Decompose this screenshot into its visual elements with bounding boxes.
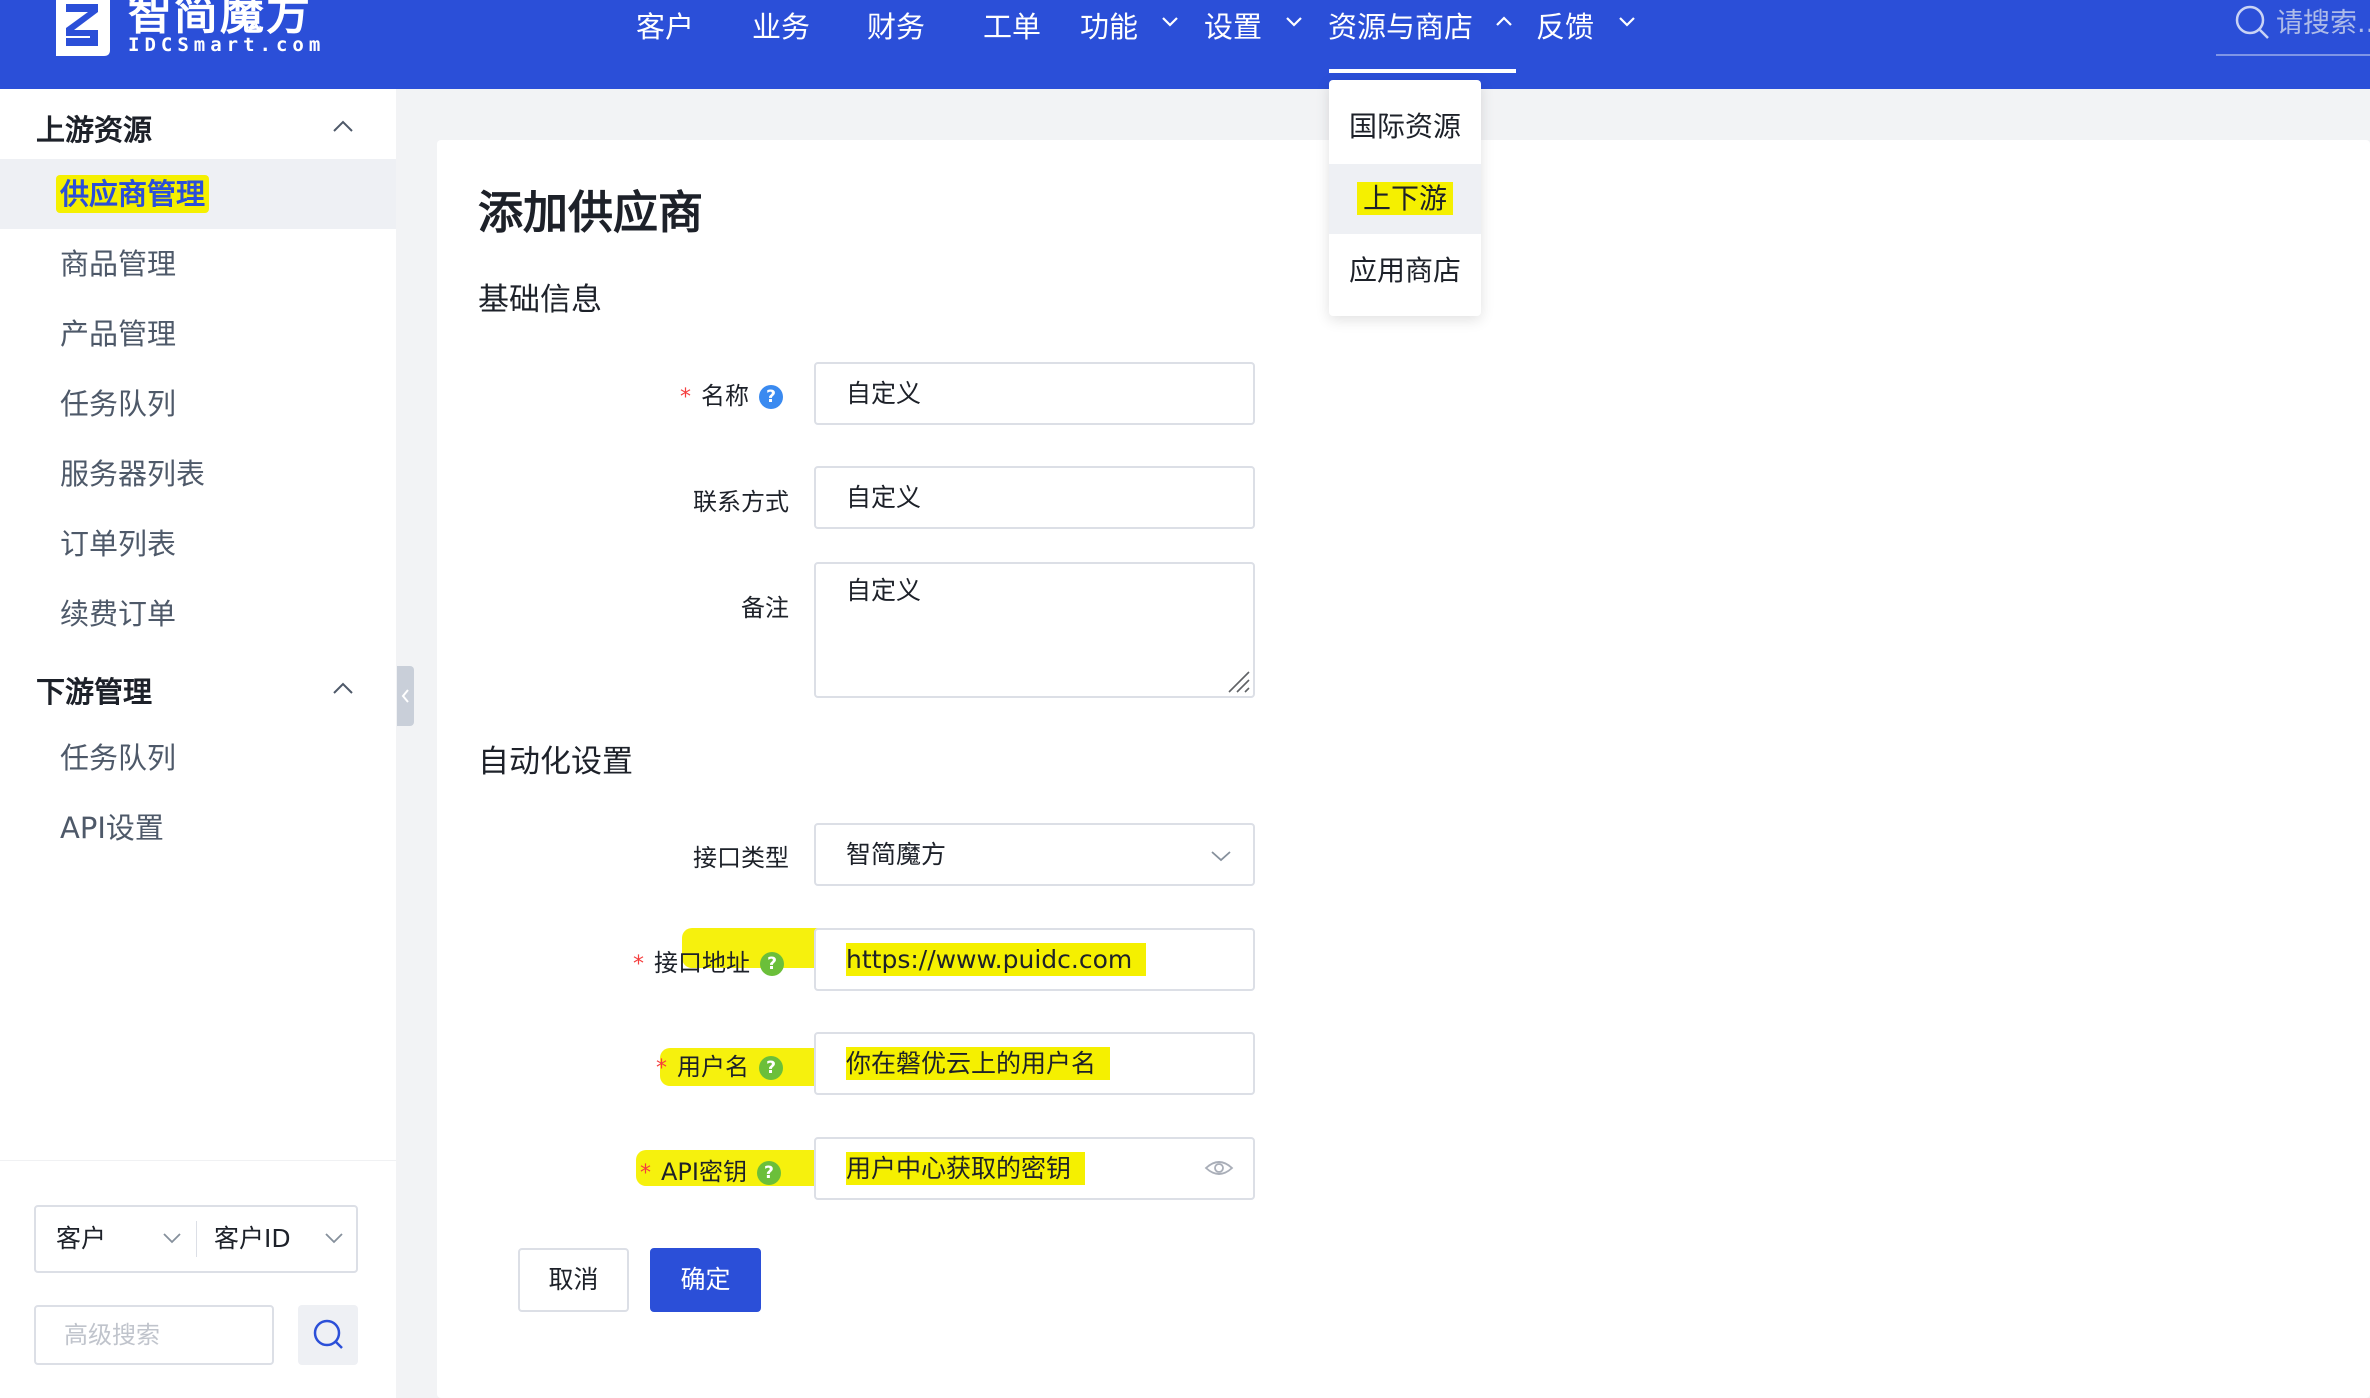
brand-logo[interactable]: 智简魔方 IDCSmart.com: [52, 0, 325, 62]
nav-active-indicator: [1329, 69, 1516, 73]
global-search-input[interactable]: [2276, 6, 2370, 40]
help-icon[interactable]: ?: [759, 1056, 783, 1080]
section-title-basic-info: 基础信息: [478, 282, 602, 318]
note-label: 备注: [741, 594, 789, 622]
dropdown-item-international-resources[interactable]: 国际资源: [1329, 92, 1481, 162]
chevron-up-icon[interactable]: [332, 681, 354, 695]
brand-logo-icon: [52, 0, 114, 56]
dropdown-item-label: 上下游: [1356, 182, 1453, 215]
help-icon[interactable]: ?: [759, 385, 783, 409]
sidebar-search-panel: 客户 客户ID: [0, 1160, 396, 1398]
nav-item-tickets[interactable]: 工单: [983, 4, 1041, 46]
sidebar-item-downstream-task-queue[interactable]: 任务队列: [0, 723, 396, 793]
api-url-input[interactable]: https://www.puidc.com: [814, 928, 1255, 991]
chevron-down-icon[interactable]: [1160, 11, 1180, 31]
contact-label: 联系方式: [693, 488, 789, 516]
sidebar-collapse-handle[interactable]: [397, 666, 414, 726]
username-label: * 用户名?: [656, 1047, 783, 1082]
name-label: * 名称?: [680, 376, 783, 411]
api-type-select[interactable]: 智简魔方: [814, 823, 1255, 886]
api-key-input[interactable]: 用户中心获取的密钥: [814, 1137, 1255, 1200]
api-url-value: https://www.puidc.com: [846, 943, 1147, 976]
note-text: 自定义: [846, 576, 922, 605]
chevron-down-icon[interactable]: [1617, 11, 1637, 31]
dropdown-item-app-store[interactable]: 应用商店: [1329, 236, 1481, 306]
username-input[interactable]: 你在磐优云上的用户名: [814, 1032, 1255, 1095]
brand-name-cn: 智简魔方: [128, 0, 312, 40]
chevron-up-icon[interactable]: [332, 119, 354, 133]
confirm-button[interactable]: 确定: [650, 1248, 761, 1312]
page-title: 添加供应商: [478, 186, 704, 239]
search-icon: [313, 1319, 343, 1349]
sidebar-group-upstream[interactable]: 上游资源: [36, 107, 152, 149]
search-type-select[interactable]: 客户: [56, 1207, 106, 1271]
help-icon[interactable]: ?: [760, 952, 784, 976]
sidebar: 上游资源 供应商管理 商品管理 产品管理 任务队列 服务器列表 订单列表 续费订…: [0, 89, 396, 1398]
resize-grip-icon[interactable]: [1223, 666, 1251, 694]
nav-item-resources-store[interactable]: 资源与商店: [1328, 4, 1473, 46]
cancel-button[interactable]: 取消: [518, 1248, 629, 1312]
advanced-search-input[interactable]: [34, 1305, 274, 1365]
nav-item-feedback[interactable]: 反馈: [1536, 4, 1594, 46]
nav-item-business[interactable]: 业务: [752, 4, 810, 46]
nav-item-finance[interactable]: 财务: [867, 4, 925, 46]
api-type-value: 智简魔方: [846, 840, 947, 869]
sidebar-item-task-queue[interactable]: 任务队列: [0, 369, 396, 439]
resources-store-dropdown: 国际资源 上下游 应用商店: [1329, 80, 1481, 316]
api-type-label: 接口类型: [693, 844, 789, 872]
sidebar-group-downstream[interactable]: 下游管理: [36, 669, 152, 711]
dropdown-item-upstream-downstream[interactable]: 上下游: [1329, 164, 1481, 234]
help-icon[interactable]: ?: [756, 1161, 781, 1185]
sidebar-item-supplier-management[interactable]: 供应商管理: [0, 159, 396, 229]
section-title-automation: 自动化设置: [478, 744, 633, 780]
content-card: [437, 140, 2370, 1398]
sidebar-item-goods-management[interactable]: 商品管理: [0, 229, 396, 299]
chevron-up-icon[interactable]: [1494, 11, 1514, 31]
advanced-search-button[interactable]: [298, 1305, 358, 1365]
chevron-down-icon[interactable]: [1284, 11, 1304, 31]
sidebar-item-product-management[interactable]: 产品管理: [0, 299, 396, 369]
chevron-down-icon[interactable]: [162, 1231, 182, 1245]
chevron-down-icon: [1211, 851, 1231, 862]
sidebar-item-label: 供应商管理: [56, 175, 210, 213]
top-navigation-bar: 智简魔方 IDCSmart.com 客户 业务 财务 工单 功能 设置 资源与商…: [0, 0, 2370, 89]
api-url-label: * 接口地址?: [633, 943, 784, 978]
search-type-combo: 客户 客户ID: [34, 1205, 358, 1273]
contact-input[interactable]: 自定义: [814, 466, 1255, 529]
sidebar-item-api-settings[interactable]: API设置: [0, 793, 396, 863]
chevron-left-icon: [401, 689, 409, 703]
global-search: [2216, 0, 2370, 56]
api-key-label: * API密钥?: [640, 1152, 781, 1187]
brand-name-en: IDCSmart.com: [128, 34, 326, 56]
chevron-down-icon[interactable]: [324, 1231, 344, 1245]
search-icon[interactable]: [2234, 4, 2270, 40]
sidebar-item-server-list[interactable]: 服务器列表: [0, 439, 396, 509]
eye-icon[interactable]: [1204, 1155, 1234, 1181]
nav-item-features[interactable]: 功能: [1080, 4, 1138, 46]
sidebar-item-renewal-orders[interactable]: 续费订单: [0, 579, 396, 649]
username-value: 你在磐优云上的用户名: [846, 1047, 1111, 1080]
sidebar-item-order-list[interactable]: 订单列表: [0, 509, 396, 579]
note-textarea[interactable]: 自定义: [814, 562, 1255, 698]
combo-divider: [196, 1221, 197, 1257]
nav-item-settings[interactable]: 设置: [1204, 4, 1262, 46]
nav-item-customers[interactable]: 客户: [636, 4, 694, 46]
name-input[interactable]: 自定义: [814, 362, 1255, 425]
search-field-select[interactable]: 客户ID: [214, 1207, 291, 1271]
api-key-value: 用户中心获取的密钥: [846, 1152, 1086, 1185]
